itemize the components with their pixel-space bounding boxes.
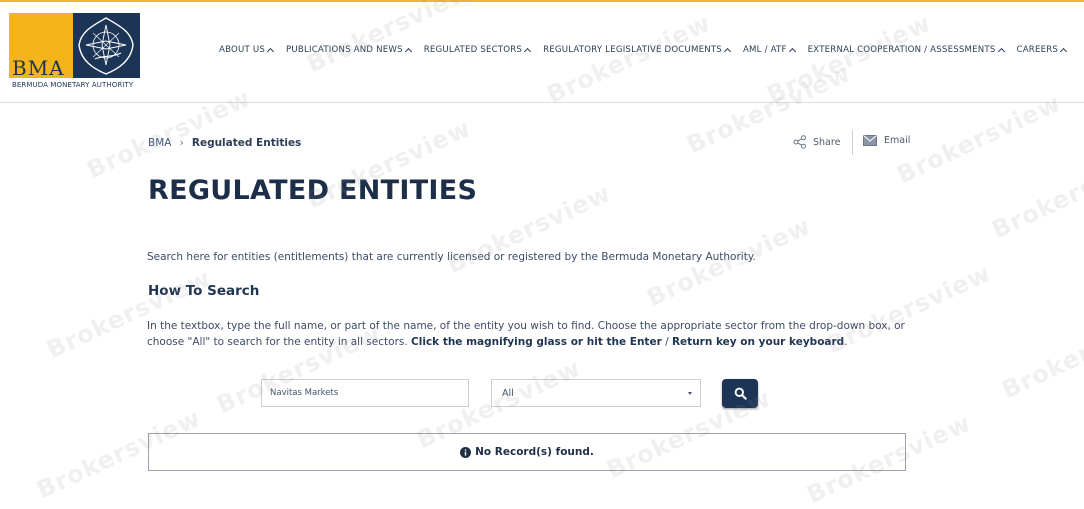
- entity-search-input[interactable]: [261, 379, 469, 407]
- site-header: BMA BERMUDA MONETARY AUTHORITY ABOUT US …: [0, 2, 1084, 103]
- sector-dropdown[interactable]: All: [491, 379, 701, 407]
- sector-selected-value: All: [502, 387, 514, 399]
- nav-item-regulated-sectors[interactable]: REGULATED SECTORS: [423, 45, 532, 56]
- logo-crest-panel: [73, 13, 140, 78]
- page-title: REGULATED ENTITIES: [148, 175, 478, 206]
- chevron-up-icon: [524, 47, 532, 56]
- action-divider: [852, 130, 853, 155]
- intro-text: Search here for entities (entitlements) …: [147, 251, 756, 263]
- chevron-up-icon: [723, 47, 732, 56]
- chevron-up-icon: [997, 47, 1005, 56]
- chevron-up-icon: [1060, 47, 1068, 56]
- nav-label: CAREERS: [1016, 45, 1059, 55]
- search-result-box: No Record(s) found.: [148, 433, 906, 471]
- share-label: Share: [813, 136, 841, 148]
- watermark: Brokersview: [997, 303, 1084, 405]
- breadcrumb: BMA › Regulated Entities: [148, 136, 301, 149]
- no-records-message: No Record(s) found.: [475, 446, 594, 458]
- watermark: Brokersview: [987, 143, 1084, 245]
- main-navigation: ABOUT US PUBLICATIONS AND NEWS REGULATED…: [219, 45, 1079, 56]
- compass-crest-icon: [78, 17, 134, 75]
- nav-item-about-us[interactable]: ABOUT US: [219, 45, 275, 56]
- instructions-bold-2: Return key on your keyboard: [671, 336, 845, 348]
- chevron-up-icon: [788, 47, 796, 56]
- search-instructions: In the textbox, type the full name, or p…: [147, 318, 907, 350]
- instructions-slash: /: [661, 336, 672, 348]
- instructions-bold-1: Click the magnifying glass or hit the En…: [411, 336, 662, 348]
- email-button[interactable]: Email: [863, 135, 910, 146]
- watermark: Brokersview: [892, 88, 1066, 190]
- chevron-right-icon: ›: [179, 136, 184, 149]
- nav-item-regulatory-legislative-documents[interactable]: REGULATORY LEGISLATIVE DOCUMENTS: [543, 45, 732, 56]
- nav-label: REGULATORY LEGISLATIVE DOCUMENTS: [543, 45, 722, 55]
- breadcrumb-current: Regulated Entities: [191, 136, 302, 149]
- nav-label: EXTERNAL COOPERATION / ASSESSMENTS: [807, 45, 996, 55]
- info-circle-icon: [460, 446, 472, 458]
- nav-item-aml-atf[interactable]: AML / ATF: [742, 45, 796, 56]
- chevron-up-icon: [404, 47, 412, 56]
- caret-down-icon: [688, 392, 692, 395]
- magnifying-glass-icon: [734, 387, 747, 400]
- nav-label: REGULATED SECTORS: [423, 45, 523, 55]
- email-label: Email: [884, 135, 911, 146]
- nav-item-external-cooperation[interactable]: EXTERNAL COOPERATION / ASSESSMENTS: [807, 45, 1005, 56]
- nav-item-careers[interactable]: CAREERS: [1016, 45, 1068, 56]
- nav-label: ABOUT US: [219, 45, 266, 55]
- search-button[interactable]: [722, 379, 758, 408]
- share-button[interactable]: Share: [793, 135, 840, 149]
- instructions-end: .: [844, 336, 848, 348]
- envelope-icon: [863, 135, 877, 146]
- nav-item-publications-and-news[interactable]: PUBLICATIONS AND NEWS: [286, 45, 412, 56]
- how-to-search-heading: How To Search: [148, 283, 260, 299]
- share-icon: [793, 135, 806, 149]
- breadcrumb-home-link[interactable]: BMA: [148, 137, 171, 149]
- chevron-up-icon: [266, 47, 275, 56]
- nav-label: PUBLICATIONS AND NEWS: [286, 45, 403, 55]
- logo-full-name: BERMUDA MONETARY AUTHORITY: [12, 81, 134, 89]
- logo-abbreviation: BMA: [12, 56, 65, 80]
- nav-label: AML / ATF: [742, 45, 787, 55]
- bma-logo[interactable]: BMA BERMUDA MONETARY AUTHORITY: [9, 13, 140, 91]
